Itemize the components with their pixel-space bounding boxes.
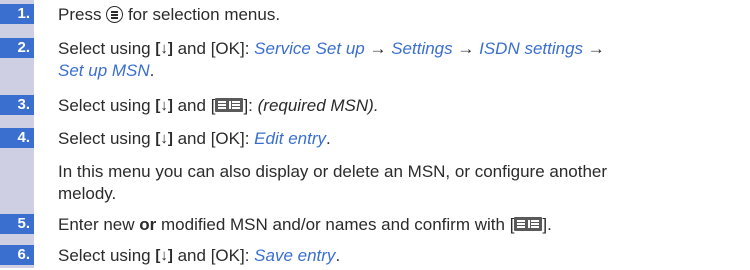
menu-path-item: Settings	[391, 39, 453, 58]
down-arrow-key-icon: [↓]	[155, 130, 173, 147]
menu-path-item: Save entry	[254, 246, 336, 265]
note-line: In this menu you can also display or del…	[58, 162, 608, 181]
step-number: 4.	[0, 128, 34, 148]
step-number: 1.	[0, 4, 34, 24]
step-text: Enter new or modified MSN and/or names a…	[58, 215, 552, 234]
menu-path-item: ISDN settings	[479, 39, 584, 58]
note-line: melody.	[58, 184, 117, 203]
step-text-cont: Set up MSN.	[58, 61, 155, 80]
down-arrow-key-icon: [↓]	[155, 40, 173, 57]
step-number: 5.	[0, 214, 34, 234]
step-text: Select using [↓] and [OK]: Service Set u…	[58, 39, 605, 58]
instruction-steps: 1. Press for selection menus. 2. Select …	[0, 0, 750, 270]
step-text: Select using [↓] and [OK]: Edit entry.	[58, 129, 331, 148]
step-text: Select using [↓] and []: (required MSN).	[58, 96, 379, 115]
menu-path-item: Set up MSN	[58, 61, 150, 80]
menu-path-item: Edit entry	[254, 129, 326, 148]
down-arrow-key-icon: [↓]	[155, 97, 173, 114]
step-number: 3.	[0, 95, 34, 115]
step-text: Press for selection menus.	[58, 5, 281, 24]
display-softkey-icon	[514, 217, 543, 231]
down-arrow-key-icon: [↓]	[155, 247, 173, 264]
step-text: Select using [↓] and [OK]: Save entry.	[58, 246, 341, 265]
menu-path-item: Service Set up	[254, 39, 365, 58]
display-softkey-icon	[215, 98, 244, 112]
step-number: 6.	[0, 245, 34, 265]
menu-key-icon	[106, 6, 124, 23]
step-number: 2.	[0, 38, 34, 58]
